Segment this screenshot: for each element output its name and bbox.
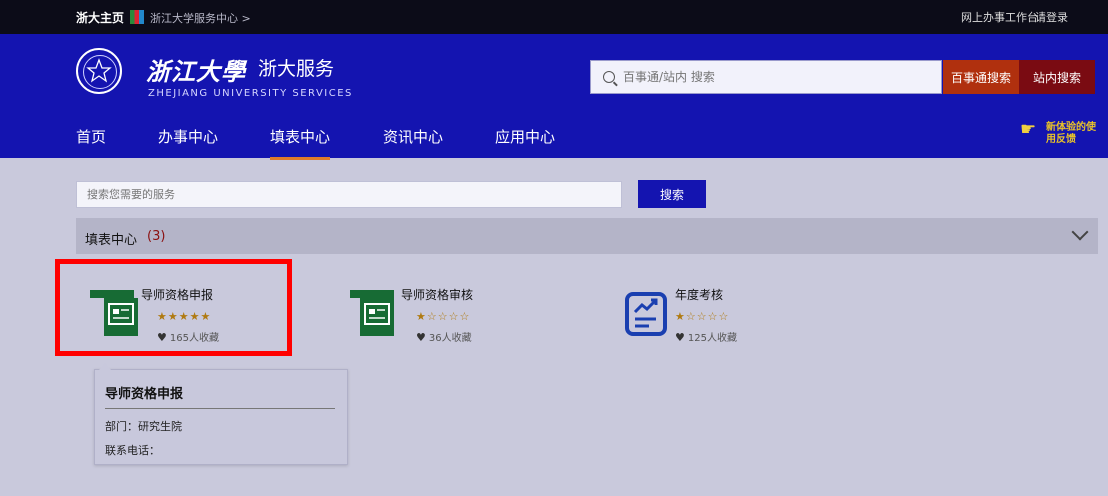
seal-emblem-icon [86,58,112,83]
online-office-link[interactable]: 网上办事工作台 [961,9,1038,25]
logo-english-subtitle: ZHEJIANG UNIVERSITY SERVICES [148,88,353,99]
nav-news-center[interactable]: 资讯中心 [383,126,443,158]
section-header-form-center[interactable]: 填表中心 (3) [76,218,1098,254]
highlight-box [55,259,292,356]
nav-service-center[interactable]: 办事中心 [158,126,218,158]
feedback-link[interactable]: ☛ 新体验的使用反馈 [1020,120,1100,148]
heart-icon[interactable]: ♥ [416,331,426,344]
main-nav: 首页 办事中心 填表中心 资讯中心 应用中心 [0,122,1108,160]
tooltip-divider [105,408,335,409]
chart-doc-icon [625,292,667,336]
nav-form-center[interactable]: 填表中心 [270,126,331,160]
favorite-count: ♥ 125人收藏 [675,331,737,344]
tooltip-title: 导师资格申报 [105,387,184,402]
form-icon [350,290,394,336]
tooltip-department: 部门：研究生院 [105,420,182,433]
breadcrumb[interactable]: 浙江大学服务中心 > [150,10,251,26]
section-title: 填表中心 [85,233,138,248]
flag-icon [130,10,144,24]
section-count: (3) [147,229,166,244]
card-title[interactable]: 年度考核 [675,286,723,303]
service-search-input[interactable] [76,181,622,208]
zju-seal-logo-icon[interactable] [76,48,122,94]
global-search-input[interactable] [623,70,923,84]
search-icon [603,71,615,83]
heart-icon[interactable]: ♥ [675,331,685,344]
nav-home[interactable]: 首页 [76,126,106,158]
service-card-annual-review[interactable]: 年度考核 ★☆☆☆☆ ♥ 125人收藏 [625,280,845,350]
chevron-down-icon[interactable] [1071,223,1089,241]
top-bar: 浙大主页 浙江大学服务中心 > 网上办事工作台 请登录 [0,0,1108,34]
service-title: 浙大服务 [258,58,335,80]
service-search-button[interactable]: 搜索 [638,180,706,208]
service-card-tutor-review[interactable]: 导师资格审核 ★☆☆☆☆ ♥ 36人收藏 [350,280,570,350]
site-search-button[interactable]: 站内搜索 [1019,60,1095,94]
logo-chinese-text: 浙江大學 [146,57,246,86]
global-search-box [590,60,942,94]
zju-home-link[interactable]: 浙大主页 [76,9,124,26]
rating-stars: ★☆☆☆☆ [416,310,471,323]
baishitong-search-button[interactable]: 百事通搜索 [943,60,1019,94]
tooltip-phone: 联系电话： [105,444,160,457]
pointing-hand-icon: ☛ [1020,119,1037,140]
service-detail-tooltip: 导师资格申报 部门：研究生院 联系电话： [94,363,348,465]
feedback-text: 新体验的使用反馈 [1046,122,1096,145]
login-link[interactable]: 请登录 [1035,9,1068,25]
nav-app-center[interactable]: 应用中心 [495,126,555,158]
rating-stars: ★☆☆☆☆ [675,310,730,323]
site-header: 浙江大學 浙大服务 ZHEJIANG UNIVERSITY SERVICES 百… [0,34,1108,160]
favorite-count: ♥ 36人收藏 [416,331,472,344]
card-title[interactable]: 导师资格审核 [401,286,473,303]
